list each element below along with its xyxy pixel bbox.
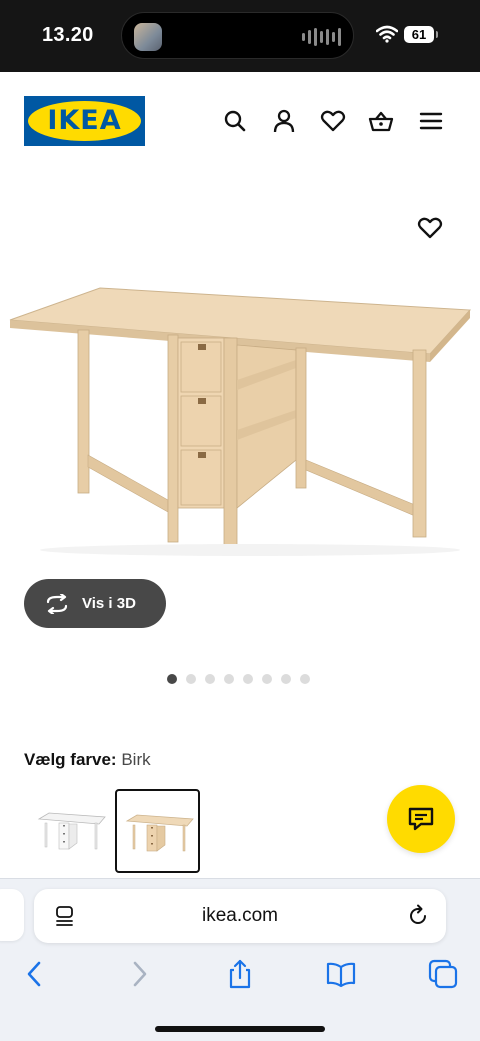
forward-icon[interactable] bbox=[124, 959, 154, 989]
bookmarks-icon[interactable] bbox=[326, 959, 356, 989]
chat-button[interactable] bbox=[387, 785, 455, 853]
view-in-3d-label: Vis i 3D bbox=[82, 595, 136, 612]
carousel-dot[interactable] bbox=[167, 674, 177, 684]
account-icon[interactable] bbox=[271, 108, 297, 134]
previous-tab-preview[interactable] bbox=[0, 889, 24, 941]
carousel-dot[interactable] bbox=[262, 674, 272, 684]
carousel-dot[interactable] bbox=[300, 674, 310, 684]
color-label-title: Vælg farve: bbox=[24, 750, 117, 769]
rotate-3d-icon bbox=[46, 593, 68, 614]
view-in-3d-button[interactable]: Vis i 3D bbox=[24, 579, 166, 628]
logo-text: IKEA bbox=[47, 105, 122, 136]
reload-icon[interactable] bbox=[406, 904, 430, 928]
battery-indicator: 61 bbox=[404, 26, 438, 43]
image-carousel-dots bbox=[167, 674, 310, 684]
status-bar: 13.20 61 bbox=[0, 0, 480, 72]
address-bar[interactable]: ikea.com bbox=[34, 889, 446, 943]
wifi-icon bbox=[376, 25, 398, 43]
now-playing-artwork bbox=[134, 23, 162, 51]
browser-toolbar: ikea.com bbox=[0, 878, 480, 1041]
color-swatch-white[interactable] bbox=[29, 789, 114, 873]
carousel-dot[interactable] bbox=[205, 674, 215, 684]
favourites-icon[interactable] bbox=[320, 108, 346, 134]
carousel-dot[interactable] bbox=[281, 674, 291, 684]
menu-icon[interactable] bbox=[418, 108, 444, 134]
product-favourite-icon[interactable] bbox=[417, 215, 443, 241]
search-icon[interactable] bbox=[222, 108, 248, 134]
dynamic-island[interactable] bbox=[121, 12, 354, 59]
url-text: ikea.com bbox=[201, 905, 279, 926]
share-icon[interactable] bbox=[225, 959, 255, 989]
tabs-icon[interactable] bbox=[428, 959, 458, 989]
carousel-dot[interactable] bbox=[224, 674, 234, 684]
site-header: IKEA bbox=[0, 72, 480, 172]
carousel-dot[interactable] bbox=[186, 674, 196, 684]
color-swatch-birch[interactable] bbox=[115, 789, 200, 873]
chat-icon bbox=[408, 807, 434, 831]
color-selector-label: Vælg farve: Birk bbox=[24, 750, 151, 770]
ikea-logo[interactable]: IKEA bbox=[24, 96, 145, 146]
status-time: 13.20 bbox=[42, 24, 94, 46]
home-indicator bbox=[155, 1026, 325, 1032]
back-icon[interactable] bbox=[20, 959, 50, 989]
color-label-value: Birk bbox=[121, 750, 151, 769]
product-image[interactable] bbox=[0, 250, 480, 570]
basket-icon[interactable] bbox=[368, 108, 394, 134]
carousel-dot[interactable] bbox=[243, 674, 253, 684]
audio-waveform-icon bbox=[302, 27, 341, 47]
